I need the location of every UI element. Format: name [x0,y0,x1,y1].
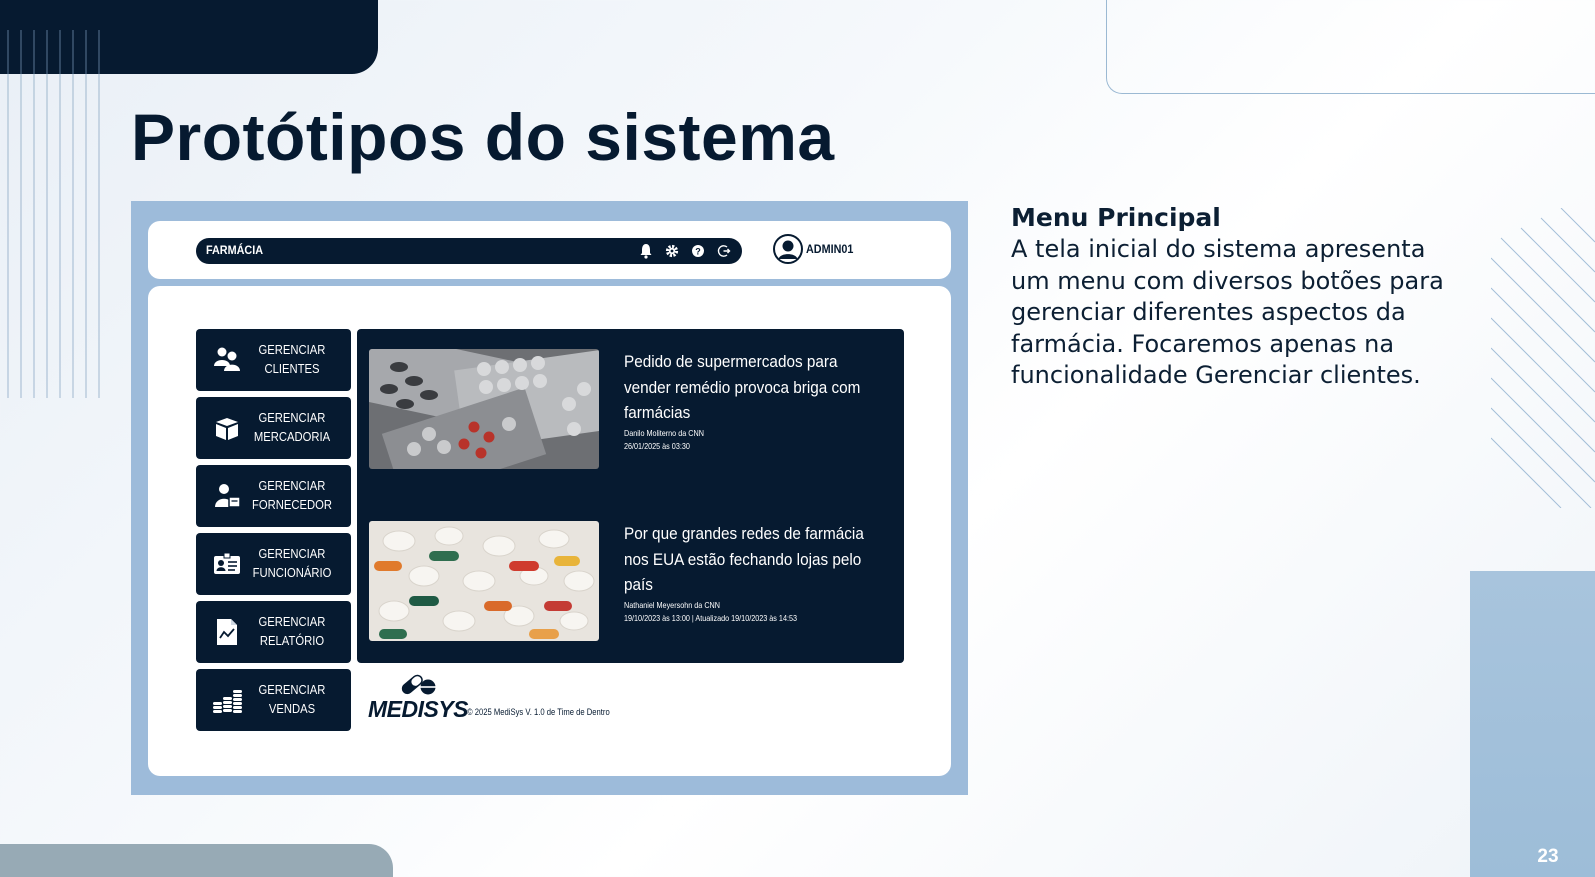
description-title: Menu Principal [1011,203,1221,232]
user-menu[interactable]: ADMIN01 [773,234,859,264]
news-image-pill-blister [369,349,599,469]
copyright-text: © 2025 MediSys V. 1.0 de Time de Dentro [467,707,610,717]
supplier-icon [215,484,241,508]
app-navbar: FARMÁCIA ? [196,238,742,264]
help-icon[interactable]: ? [690,242,706,260]
news-panel: Pedido de supermercados para vender remé… [357,329,904,663]
report-icon [217,619,237,645]
slide-title: Protótipos do sistema [131,100,835,174]
logout-icon[interactable] [716,242,732,260]
news-author: Danilo Moliterno da CNN [624,427,704,438]
news-date: 26/01/2025 às 03:30 [624,440,690,451]
description-body: A tela inicial do sistema apresenta um m… [1011,235,1444,390]
manage-employee-button[interactable]: GERENCIAR FUNCIONÁRIO [196,533,351,595]
manage-merchandise-button[interactable]: GERENCIAR MERCADORIA [196,397,351,459]
bottom-left-block-decoration [0,844,393,877]
main-menu: GERENCIAR CLIENTES GERENCIAR MERCADORIA … [196,329,351,737]
news-text: Por que grandes redes de farmácia nos EU… [624,521,894,625]
page-number: 23 [1537,846,1559,867]
bottom-right-block-decoration [1470,571,1595,877]
box-icon [216,418,238,440]
app-logo-text: MEDISYS [368,696,469,722]
news-item[interactable]: Pedido de supermercados para vender remé… [369,349,889,479]
app-title: FARMÁCIA [206,243,263,257]
menu-label: GERENCIAR CLIENTES [258,343,326,376]
app-main-panel: GERENCIAR CLIENTES GERENCIAR MERCADORIA … [148,286,951,776]
vertical-lines-decoration [7,30,100,398]
news-item[interactable]: Por que grandes redes de farmácia nos EU… [369,521,889,651]
user-name: ADMIN01 [806,242,854,256]
manage-clients-button[interactable]: GERENCIAR CLIENTES [196,329,351,391]
prototype-screenshot: FARMÁCIA ? ADMIN01 GERENCIAR CLIENTES GE… [131,201,968,795]
news-title: Por que grandes redes de farmácia nos EU… [624,524,864,594]
menu-label: GERENCIAR MERCADORIA [253,411,331,444]
outline-box-decoration [1106,0,1595,94]
menu-label: GERENCIAR FUNCIONÁRIO [252,547,332,580]
news-author: Nathaniel Meyersohn da CNN [624,599,720,610]
manage-sales-button[interactable]: GERENCIAR VENDAS [196,669,351,731]
gear-icon[interactable] [664,242,680,260]
description-block: Menu Principal A tela inicial do sistema… [1011,202,1471,392]
diagonal-lines-decoration [1491,208,1595,508]
id-card-icon [214,552,240,574]
users-icon [214,347,240,371]
navbar-icons: ? [638,242,732,260]
manage-report-button[interactable]: GERENCIAR RELATÓRIO [196,601,351,663]
avatar-icon [773,234,803,264]
news-title: Pedido de supermercados para vender remé… [624,352,861,422]
menu-label: GERENCIAR FORNECEDOR [251,479,333,512]
menu-label: GERENCIAR VENDAS [258,683,326,716]
manage-supplier-button[interactable]: GERENCIAR FORNECEDOR [196,465,351,527]
bell-icon[interactable] [638,242,654,260]
news-text: Pedido de supermercados para vender remé… [624,349,894,453]
menu-label: GERENCIAR RELATÓRIO [258,615,326,648]
news-image-assorted-pills [369,521,599,641]
capsule-logo-icon [401,674,436,695]
app-header: FARMÁCIA ? ADMIN01 [148,221,951,279]
news-date: 19/10/2023 às 13:00 | Atualizado 19/10/2… [624,612,798,623]
svg-text:?: ? [695,247,701,257]
coins-icon [213,690,242,713]
